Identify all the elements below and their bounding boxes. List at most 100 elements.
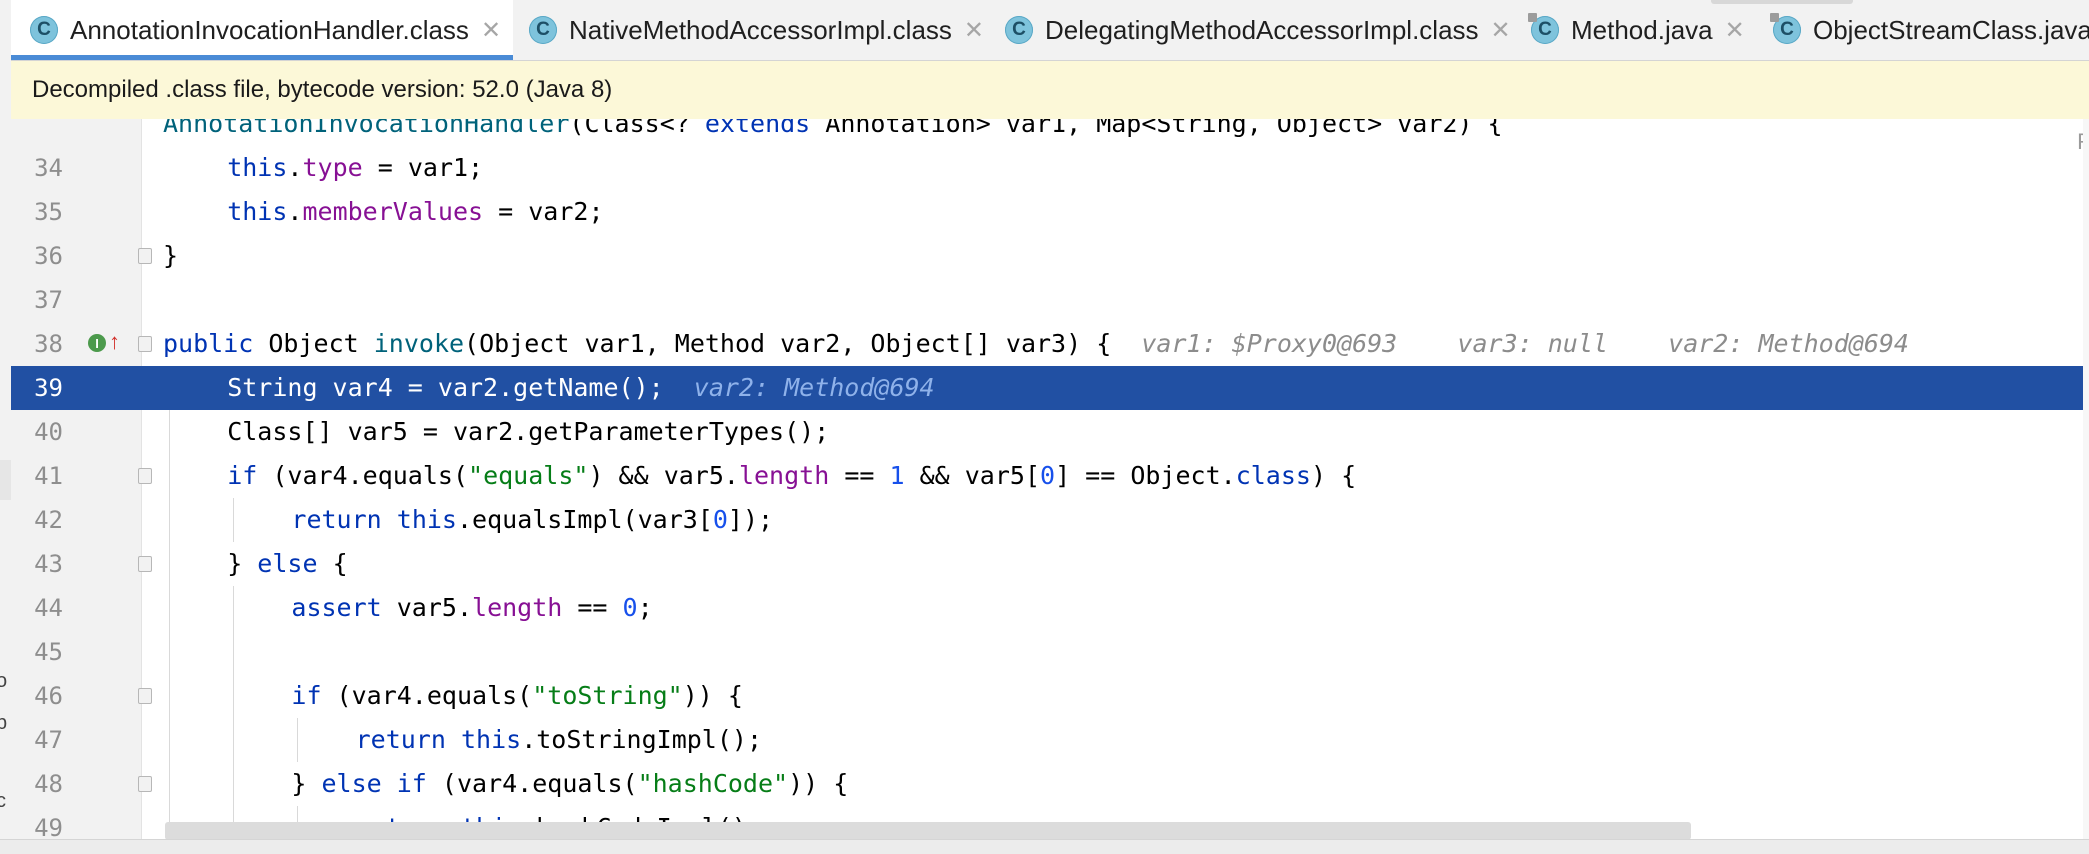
tab-label: ObjectStreamClass.java (1813, 14, 2089, 45)
class-file-icon: C (30, 16, 58, 44)
code-token: 0 (712, 505, 728, 534)
code-line[interactable]: 40 Class[] var5 = var2.getParameterTypes(… (11, 410, 2089, 454)
fold-marker-icon[interactable] (138, 468, 152, 484)
tab-object-stream-class-java[interactable]: C ObjectStreamClass.java (1770, 0, 2089, 60)
close-icon[interactable]: ✕ (1491, 16, 1511, 45)
code-line[interactable]: 38 public Object invoke(Object var1, Meth… (11, 322, 2089, 366)
code-line[interactable]: 35 this.memberValues = var2; (11, 190, 2089, 234)
code-token: type (302, 153, 363, 182)
tab-label: AnnotationInvocationHandler.class (70, 14, 469, 45)
tab-method-java[interactable]: C Method.java ✕ (1528, 0, 1745, 60)
code-token: 0 (622, 593, 638, 622)
code-token: assert (291, 593, 382, 622)
code-line[interactable]: 44 assert var5.length == 0; (11, 586, 2089, 630)
code-token: } (291, 769, 322, 798)
line-number: 39 (34, 374, 63, 402)
line-number: 42 (34, 506, 63, 534)
current-execution-line[interactable]: 39 String var4 = var2.getName(); var2: Me… (11, 366, 2089, 410)
tab-label: Method.java (1571, 14, 1713, 45)
code-text: this.memberValues = var2; (227, 190, 603, 234)
code-token: "equals" (468, 461, 589, 490)
code-line[interactable]: AnnotationInvocationHandler(Class<? exte… (11, 119, 2089, 146)
close-icon[interactable]: ✕ (964, 16, 984, 45)
code-line[interactable]: 34 this.type = var1; (11, 146, 2089, 190)
code-token: 1 (889, 461, 905, 490)
code-editor[interactable]: AnnotationInvocationHandler(Class<? exte… (11, 119, 2089, 840)
debug-inline-value: var1: $Proxy0@693 var3: null var2: Metho… (1141, 329, 1909, 358)
fold-marker-icon[interactable] (138, 336, 152, 352)
code-text: Class[] var5 = var2.getParameterTypes(); (227, 410, 829, 454)
code-token: ] == Object. (1055, 461, 1236, 490)
vertical-scrollbar[interactable] (2083, 119, 2089, 840)
line-number: 35 (34, 198, 63, 226)
code-token: else if (321, 769, 427, 798)
code-token: .equalsImpl(var3[ (456, 505, 713, 534)
tab-native-method-accessor-impl[interactable]: C NativeMethodAccessorImpl.class ✕ (529, 0, 984, 60)
code-token: == (562, 593, 623, 622)
debug-inline-value: var2: Method@694 (693, 373, 935, 402)
code-token: if (291, 681, 322, 710)
code-line[interactable]: 48} else if (var4.equals("hashCode")) { (11, 762, 2089, 806)
code-token: this (460, 725, 522, 754)
panel-row-highlight (0, 460, 11, 500)
close-icon[interactable]: ✕ (481, 16, 501, 45)
line-number: 49 (34, 814, 63, 840)
code-token: return (355, 725, 446, 754)
code-text: assert var5.length == 0; (291, 586, 652, 630)
code-token: var5. (381, 593, 473, 622)
horizontal-scrollbar[interactable] (165, 822, 1691, 840)
banner-text: Decompiled .class file, bytecode version… (32, 76, 613, 103)
fold-marker-icon[interactable] (138, 688, 152, 704)
fold-marker-icon[interactable] (138, 776, 152, 792)
code-token: . (287, 153, 303, 182)
code-token: String var4 = var2.getName(); (227, 373, 694, 402)
code-text: return this.equalsImpl(var3[0]); (291, 498, 773, 542)
line-number: 46 (34, 682, 63, 710)
code-token: (var4.equals( (321, 681, 533, 710)
code-line[interactable]: 46 if (var4.equals("toString")) { (11, 674, 2089, 718)
code-text: public Object invoke(Object var1, Method… (163, 322, 1909, 366)
close-icon[interactable]: ✕ (1725, 16, 1745, 45)
fold-marker-icon[interactable] (138, 556, 152, 572)
code-token: (Class<? (569, 119, 705, 138)
code-text: } (163, 234, 178, 278)
code-token: . (287, 197, 303, 226)
line-number: 43 (34, 550, 63, 578)
code-token: else (257, 549, 318, 578)
code-token: if (227, 461, 258, 490)
java-source-icon: C (1528, 13, 1559, 44)
panel-text-fragment: b (0, 712, 7, 735)
code-token: ; (637, 593, 653, 622)
implements-marker-icon[interactable]: I (88, 334, 106, 352)
status-bar-edge (0, 839, 2089, 854)
code-line[interactable]: 43} else { (11, 542, 2089, 586)
code-line[interactable]: 37 (11, 278, 2089, 322)
code-token: Class[] var5 = var2.getParameterTypes(); (227, 417, 830, 446)
class-file-icon: C (1005, 16, 1033, 44)
code-token: ) { (1310, 461, 1357, 490)
code-line[interactable]: 42 return this.equalsImpl(var3[0]); (11, 498, 2089, 542)
code-token: this (227, 153, 288, 182)
line-number: 37 (34, 286, 63, 314)
code-token: (var4.equals( (257, 461, 469, 490)
code-line[interactable]: 41 if (var4.equals("equals") && var5.leng… (11, 454, 2089, 498)
code-line[interactable]: 45 (11, 630, 2089, 674)
code-token: = var2; (483, 197, 604, 226)
line-number: 36 (34, 242, 63, 270)
code-token: (var4.equals( (426, 769, 638, 798)
code-text: if (var4.equals("toString")) { (291, 674, 743, 718)
code-token: this (227, 197, 288, 226)
code-token: memberValues (302, 197, 484, 226)
tab-delegating-method-accessor-impl[interactable]: C DelegatingMethodAccessorImpl.class ✕ (1005, 0, 1511, 60)
code-line[interactable]: 47 return this.toStringImpl(); (11, 718, 2089, 762)
fold-marker-icon[interactable] (138, 248, 152, 264)
tab-annotation-invocation-handler[interactable]: C AnnotationInvocationHandler.class ✕ (11, 0, 514, 60)
code-token: return (291, 505, 382, 534)
code-token: { (317, 549, 348, 578)
code-line[interactable]: 36} (11, 234, 2089, 278)
code-token: "toString" (532, 681, 683, 710)
code-token: = var1; (362, 153, 484, 182)
navigate-up-arrow-icon[interactable]: ↑ (109, 328, 120, 356)
code-token: "hashCode" (637, 769, 789, 798)
